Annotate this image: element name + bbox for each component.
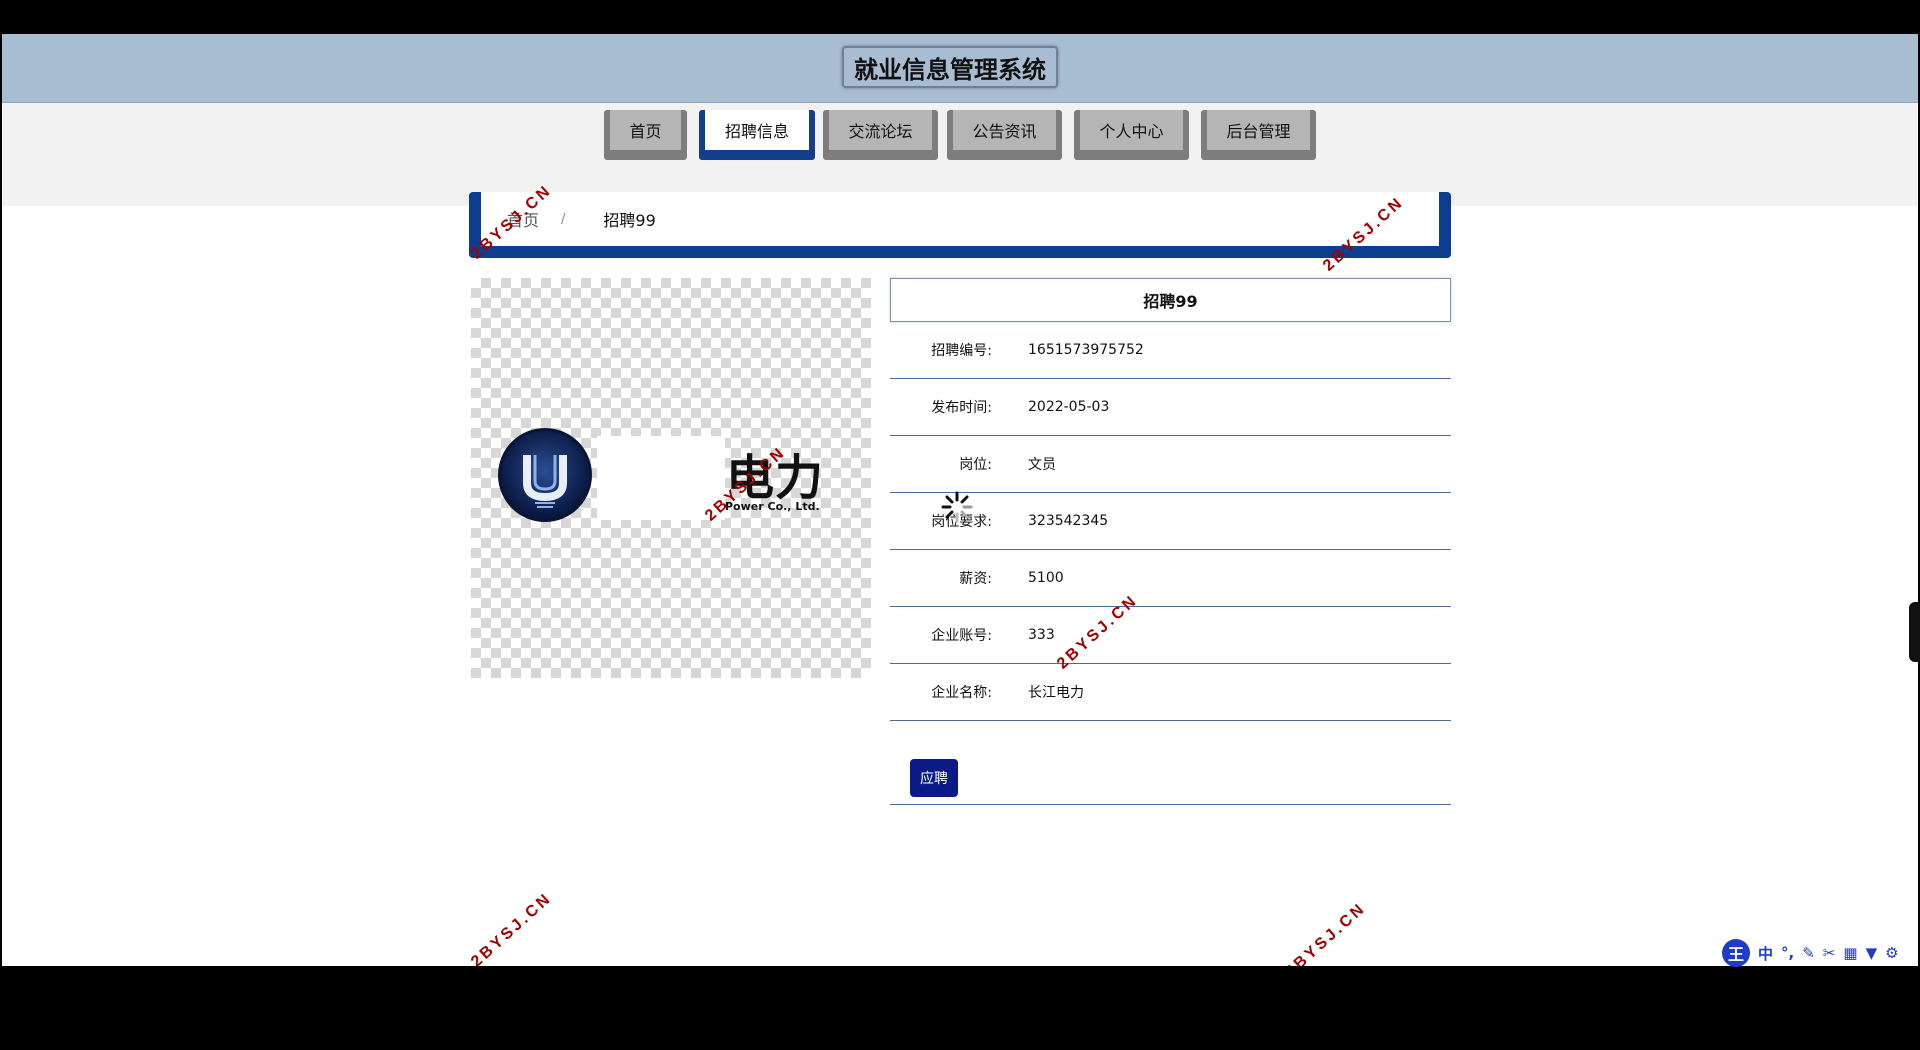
position-label: 岗位: [959,457,992,473]
watermark-6: 2BYSJ.CN [1282,899,1370,966]
breadcrumb-separator: / [561,211,566,227]
nav-home-label: 首页 [610,110,681,150]
nav-home[interactable]: 首页 [604,110,687,160]
job-id-label: 招聘编号: [931,343,992,359]
detail-row-requirements: 岗位要求: 323542345 [890,493,1451,550]
side-panel-handle[interactable] [1909,602,1920,662]
logo-text: 电力 [726,450,825,506]
apply-button[interactable]: 应聘 [910,759,958,797]
browser-viewport: 就业信息管理系统 首页 招聘信息 交流论坛 公告资讯 个人中心 后台管理 首页 … [2,34,1918,966]
dot-icon[interactable]: °, [1781,944,1794,962]
company-name-value: 长江电力 [1028,685,1084,701]
company-account-label: 企业账号: [931,628,992,644]
ime-mode-toggle[interactable]: 中 [1758,943,1773,964]
shirt-icon[interactable]: ▼ [1866,944,1878,962]
site-title: 就业信息管理系统 [842,46,1058,88]
publish-date-label: 发布时间: [931,400,992,416]
company-logo-emblem [498,428,592,522]
nav-jobs-label: 招聘信息 [705,110,809,150]
ime-logo-icon[interactable]: 王 [1722,939,1750,967]
position-value: 文员 [1028,457,1056,473]
watermark-5: 2BYSJ.CN [468,889,556,966]
ime-toolbar: 王 中 °, ✎ ✂ ▦ ▼ ⚙ [1718,938,1920,968]
logo-subtitle: Power Co., Ltd. [725,500,820,513]
detail-row-job-id: 招聘编号: 1651573975752 [890,322,1451,379]
salary-value: 5100 [1028,570,1064,586]
keyboard-icon[interactable]: ▦ [1843,944,1857,962]
job-detail-title: 招聘99 [890,278,1451,322]
nav-profile-label: 个人中心 [1080,110,1183,150]
company-account-value: 333 [1028,627,1055,643]
publish-date-value: 2022-05-03 [1028,399,1110,415]
requirements-value: 323542345 [1028,513,1109,529]
job-image: 电力 Power Co., Ltd. [471,278,871,678]
salary-label: 薪资: [959,571,992,587]
detail-row-publish-date: 发布时间: 2022-05-03 [890,379,1451,436]
nav-news[interactable]: 公告资讯 [947,110,1062,160]
detail-row-salary: 薪资: 5100 [890,550,1451,607]
site-header: 就业信息管理系统 [2,34,1918,103]
nav-forum-label: 交流论坛 [829,110,932,150]
main-nav: 首页 招聘信息 交流论坛 公告资讯 个人中心 后台管理 [2,103,1918,206]
nav-news-label: 公告资讯 [953,110,1056,150]
logo-white-block [597,436,725,520]
nav-jobs[interactable]: 招聘信息 [699,110,815,160]
pen-icon[interactable]: ✎ [1802,944,1815,962]
apply-row: 应聘 [890,753,1451,805]
loading-spinner-icon [941,491,973,523]
nav-admin-label: 后台管理 [1207,110,1310,150]
nav-admin[interactable]: 后台管理 [1201,110,1316,160]
breadcrumb-home-link[interactable]: 首页 [507,207,539,231]
breadcrumb: 首页 / 招聘99 [469,192,1451,258]
gear-icon[interactable]: ⚙ [1885,944,1898,962]
detail-row-company-name: 企业名称: 长江电力 [890,664,1451,721]
company-name-label: 企业名称: [931,685,992,701]
nav-forum[interactable]: 交流论坛 [823,110,938,160]
nav-profile[interactable]: 个人中心 [1074,110,1189,160]
job-id-value: 1651573975752 [1028,342,1144,358]
scissors-icon[interactable]: ✂ [1823,944,1836,962]
breadcrumb-current: 招聘99 [603,211,656,230]
detail-row-position: 岗位: 文员 [890,436,1451,493]
detail-row-company-account: 企业账号: 333 [890,607,1451,664]
